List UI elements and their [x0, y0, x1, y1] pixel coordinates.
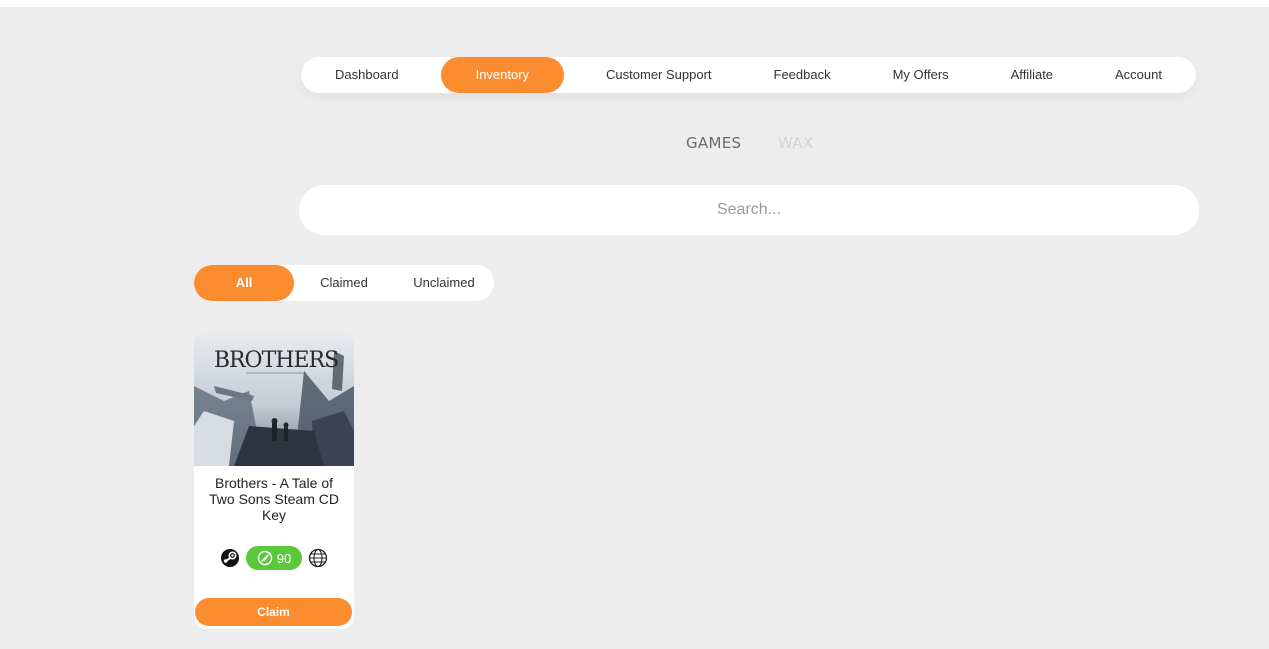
nav-item-dashboard[interactable]: Dashboard	[315, 57, 419, 93]
game-title: Brothers - A Tale of Two Sons Steam CD K…	[209, 475, 339, 523]
nav-item-my-offers[interactable]: My Offers	[873, 57, 969, 93]
rating-icon	[257, 550, 273, 566]
game-cover-image: BROTHERS	[194, 331, 354, 466]
claim-button[interactable]: Claim	[195, 598, 352, 626]
filter-unclaimed[interactable]: Unclaimed	[394, 265, 494, 301]
nav-item-affiliate[interactable]: Affiliate	[991, 57, 1073, 93]
search-input[interactable]	[299, 185, 1199, 235]
tab-games[interactable]: GAMES	[686, 134, 741, 152]
game-meta: 90	[194, 546, 354, 570]
nav-item-customer-support[interactable]: Customer Support	[586, 57, 732, 93]
tab-wax[interactable]: WAX	[778, 134, 813, 152]
claim-filter: All Claimed Unclaimed	[194, 265, 494, 301]
steam-icon	[221, 549, 239, 567]
rating-value: 90	[276, 550, 292, 566]
game-card[interactable]: BROTHERS Brothers - A Tale of Two Sons S…	[194, 331, 354, 629]
game-logo-text: BROTHERS	[214, 348, 338, 373]
filter-claimed[interactable]: Claimed	[294, 265, 394, 301]
nav-item-feedback[interactable]: Feedback	[754, 57, 851, 93]
nav-item-account[interactable]: Account	[1095, 57, 1182, 93]
top-strip	[0, 0, 1269, 7]
inventory-type-switch: GAMES WAX	[0, 134, 1269, 156]
rating-badge: 90	[246, 546, 302, 570]
globe-icon	[308, 548, 328, 568]
main-nav: Dashboard Inventory Customer Support Fee…	[301, 57, 1196, 93]
filter-all[interactable]: All	[194, 265, 294, 301]
nav-item-inventory[interactable]: Inventory	[440, 57, 565, 93]
